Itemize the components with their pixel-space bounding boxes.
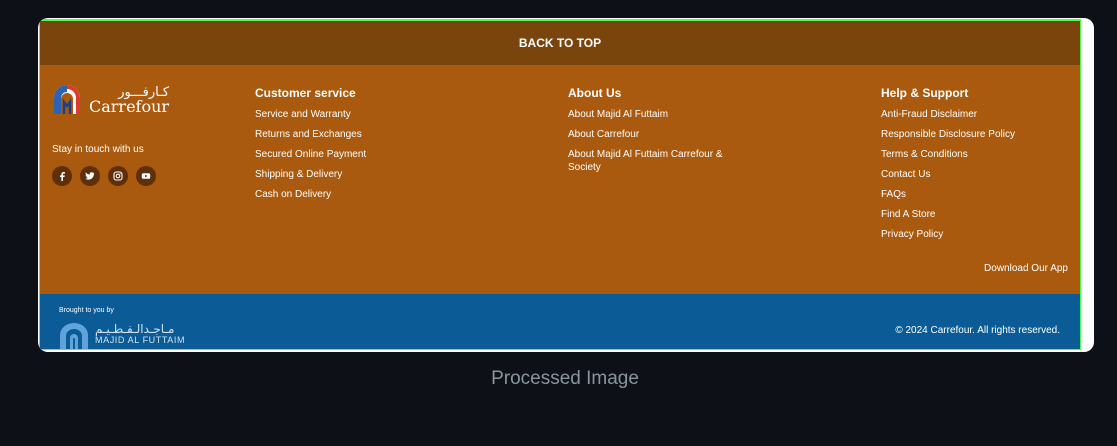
customer-service-column: Customer service Service and Warranty Re… (255, 86, 366, 208)
customer-service-heading: Customer service (255, 86, 356, 100)
maf-logo-icon (60, 323, 88, 349)
twitter-link[interactable] (80, 166, 100, 186)
help-support-column: Help & Support Anti-Fraud Disclaimer Res… (881, 86, 1015, 248)
footer-link-maf-society[interactable]: About Majid Al Futtaim Carrefour & Socie… (568, 148, 738, 174)
footer-link-about-carrefour[interactable]: About Carrefour (568, 128, 738, 141)
youtube-link[interactable] (136, 166, 156, 186)
social-links (52, 166, 156, 186)
download-app-link[interactable]: Download Our App (984, 263, 1068, 274)
brought-to-you-label: Brought to you by (59, 307, 114, 314)
stay-in-touch-label: Stay in touch with us (52, 144, 144, 155)
footer-link-shipping-delivery[interactable]: Shipping & Delivery (255, 168, 366, 181)
twitter-icon (85, 172, 95, 180)
footer-link-disclosure-policy[interactable]: Responsible Disclosure Policy (881, 128, 1015, 141)
youtube-icon (141, 173, 151, 179)
footer-link-service-warranty[interactable]: Service and Warranty (255, 108, 366, 121)
instagram-icon (113, 171, 123, 181)
facebook-icon (60, 172, 65, 181)
majid-al-futtaim-logo[interactable]: مـاجـدالـفـطـيـم MAJID AL FUTTAIM (59, 322, 186, 349)
footer-link-anti-fraud[interactable]: Anti-Fraud Disclaimer (881, 108, 1015, 121)
image-caption: Processed Image (491, 368, 639, 389)
footer-link-terms[interactable]: Terms & Conditions (881, 148, 1015, 161)
help-support-heading: Help & Support (881, 86, 969, 100)
footer-link-find-store[interactable]: Find A Store (881, 208, 1015, 221)
footer-link-contact-us[interactable]: Contact Us (881, 168, 1015, 181)
footer: BACK TO TOP كـارفـــور Carrefour Stay in… (39, 19, 1081, 350)
maf-name: MAJID AL FUTTAIM (95, 335, 186, 345)
footer-link-privacy[interactable]: Privacy Policy (881, 228, 1015, 241)
about-us-column: About Us About Majid Al Futtaim About Ca… (568, 86, 738, 181)
about-us-heading: About Us (568, 86, 622, 100)
back-to-top-label: BACK TO TOP (518, 36, 602, 50)
facebook-link[interactable] (52, 166, 72, 186)
carrefour-logo[interactable]: كـارفـــور Carrefour (52, 85, 169, 115)
footer-main: كـارفـــور Carrefour Stay in touch with … (40, 65, 1080, 294)
footer-link-secured-payment[interactable]: Secured Online Payment (255, 148, 366, 161)
copyright-text: © 2024 Carrefour. All rights reserved. (895, 325, 1060, 336)
footer-link-faqs[interactable]: FAQs (881, 188, 1015, 201)
footer-link-about-maf[interactable]: About Majid Al Futtaim (568, 108, 738, 121)
footer-link-returns-exchanges[interactable]: Returns and Exchanges (255, 128, 366, 141)
footer-link-cash-on-delivery[interactable]: Cash on Delivery (255, 188, 366, 201)
brand-name: Carrefour (89, 96, 170, 116)
maf-arabic-name: مـاجـدالـفـطـيـم (95, 322, 175, 336)
footer-frame: BACK TO TOP كـارفـــور Carrefour Stay in… (38, 18, 1094, 352)
carrefour-logo-icon (54, 85, 80, 114)
footer-bottom-bar: Brought to you by مـاجـدالـفـطـيـم MAJID… (40, 294, 1080, 349)
instagram-link[interactable] (108, 166, 128, 186)
back-to-top-button[interactable]: BACK TO TOP (40, 21, 1080, 65)
